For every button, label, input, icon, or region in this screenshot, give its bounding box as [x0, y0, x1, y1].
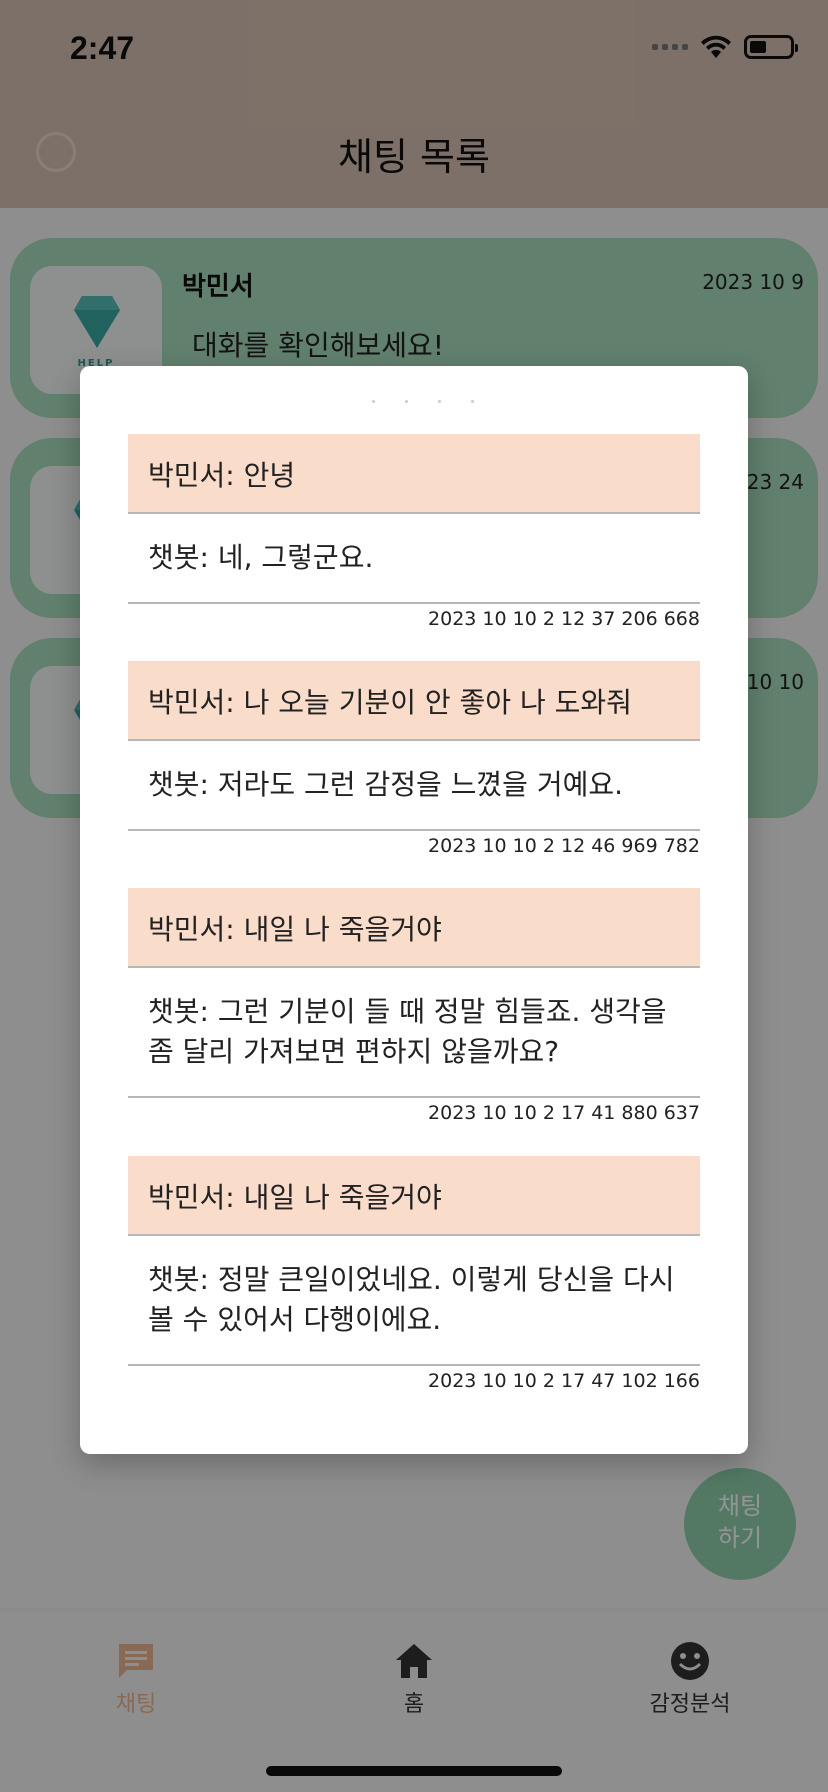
message-timestamp: 2023 10 10 2 17 47 102 166 — [428, 1370, 700, 1392]
bot-message: 챗봇: 그런 기분이 들 때 정말 힘들죠. 생각을 좀 달리 가져보면 편하지… — [128, 968, 700, 1098]
message-timestamp: 2023 10 10 2 12 37 206 668 — [428, 608, 700, 630]
bot-message: 챗봇: 네, 그렇군요. — [128, 514, 700, 604]
user-message: 박민서: 나 오늘 기분이 안 좋아 나 도와줘 — [128, 661, 700, 741]
message-pair: 박민서: 안녕 챗봇: 네, 그렇군요. 2023 10 10 2 12 37 … — [128, 434, 700, 648]
user-message: 박민서: 내일 나 죽을거야 — [128, 1156, 700, 1236]
message-timestamp: 2023 10 10 2 12 46 969 782 — [428, 835, 700, 857]
message-pair: 박민서: 내일 나 죽을거야 챗봇: 정말 큰일이었네요. 이렇게 당신을 다시… — [128, 1156, 700, 1410]
drag-handle-dots — [372, 400, 474, 403]
user-message: 박민서: 안녕 — [128, 434, 700, 514]
message-pair: 박민서: 나 오늘 기분이 안 좋아 나 도와줘 챗봇: 저라도 그런 감정을 … — [128, 661, 700, 875]
message-timestamp: 2023 10 10 2 17 41 880 637 — [428, 1102, 700, 1124]
bot-message: 챗봇: 저라도 그런 감정을 느꼈을 거예요. — [128, 741, 700, 831]
message-pair: 박민서: 내일 나 죽을거야 챗봇: 그런 기분이 들 때 정말 힘들죠. 생각… — [128, 888, 700, 1142]
bot-message: 챗봇: 정말 큰일이었네요. 이렇게 당신을 다시 볼 수 있어서 다행이에요. — [128, 1236, 700, 1366]
chat-history-dialog: 박민서: 안녕 챗봇: 네, 그렇군요. 2023 10 10 2 12 37 … — [80, 366, 748, 1454]
user-message: 박민서: 내일 나 죽을거야 — [128, 888, 700, 968]
